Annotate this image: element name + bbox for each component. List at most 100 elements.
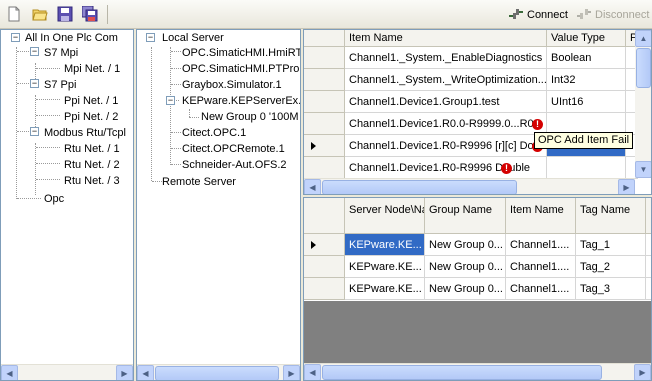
cell-item-name[interactable]: Channel1.... — [506, 256, 576, 278]
cell-extra[interactable] — [646, 278, 651, 300]
row-header[interactable] — [304, 157, 345, 179]
cell-group-name[interactable]: New Group 0... — [425, 234, 506, 256]
tree-node-ppi2[interactable]: Ppi Net. / 2 — [64, 111, 118, 123]
cell-item-name[interactable]: Channel1._System._WriteOptimization... — [345, 69, 547, 91]
cell-item-name[interactable]: Channel1.Device1.R0-R9996 Double — [345, 157, 547, 179]
row-header-current[interactable] — [304, 234, 345, 256]
row-header[interactable] — [304, 91, 345, 113]
scroll-thumb[interactable] — [636, 48, 651, 88]
connect-button[interactable]: Connect — [508, 7, 568, 21]
save-icon[interactable] — [57, 6, 75, 23]
column-header-item-name[interactable]: Item Name — [345, 30, 547, 47]
error-icon: ! — [532, 119, 543, 130]
scroll-left-icon[interactable]: ◀ — [137, 365, 154, 380]
grid-corner — [304, 30, 345, 47]
current-row-arrow-icon — [311, 142, 316, 150]
tree-node-rtu1[interactable]: Rtu Net. / 1 — [64, 143, 120, 155]
collapse-root-icon[interactable]: − — [11, 33, 20, 42]
scroll-right-icon[interactable]: ▶ — [634, 364, 651, 380]
row-header[interactable] — [304, 69, 345, 91]
tree-node-server-1[interactable]: OPC.SimaticHMI.HmiRT — [182, 47, 300, 59]
cell-value-type[interactable]: UInt16 — [547, 91, 626, 113]
tree-node-server-6[interactable]: Citect.OPCRemote.1 — [182, 143, 285, 155]
row-header[interactable] — [304, 256, 345, 278]
tree-node-server-4[interactable]: KEPware.KEPServerEx.V — [182, 95, 300, 107]
server-tree-hscrollbar[interactable]: ◀ ▶ — [137, 364, 300, 380]
cell-server-node-selected[interactable]: KEPware.KE... — [345, 234, 425, 256]
scroll-thumb[interactable] — [322, 180, 517, 194]
tree-node-server-2[interactable]: OPC.SimaticHMI.PTPro — [182, 63, 299, 75]
row-header[interactable] — [304, 113, 345, 135]
scroll-down-icon[interactable]: ▼ — [635, 161, 651, 178]
collapse-kepware-icon[interactable]: − — [166, 96, 175, 105]
cell-tag-name[interactable]: Tag_2 — [576, 256, 646, 278]
tree-root[interactable]: All In One Plc Com — [25, 32, 118, 44]
row-header-current[interactable] — [304, 135, 345, 157]
column-header-tag-name[interactable]: Tag Name — [576, 198, 646, 234]
column-header-item-name[interactable]: Item Name — [506, 198, 576, 234]
tree-node-ppi1[interactable]: Ppi Net. / 1 — [64, 95, 118, 107]
column-header-server-node[interactable]: Server Node\Name — [345, 198, 425, 234]
tree-node-opc[interactable]: Opc — [44, 193, 64, 205]
cell-tag-name[interactable]: Tag_3 — [576, 278, 646, 300]
toolbar-separator — [107, 5, 108, 24]
new-file-icon[interactable] — [6, 6, 24, 23]
scroll-up-icon[interactable]: ▲ — [635, 30, 651, 47]
collapse-s7ppi-icon[interactable]: − — [30, 79, 39, 88]
cell-server-node[interactable]: KEPware.KE... — [345, 256, 425, 278]
scroll-right-icon[interactable]: ▶ — [283, 365, 300, 380]
cell-extra[interactable] — [646, 256, 651, 278]
cell-value-type[interactable] — [547, 157, 626, 179]
scroll-left-icon[interactable]: ◀ — [304, 179, 321, 194]
cell-extra[interactable] — [646, 234, 651, 256]
collapse-s7mpi-icon[interactable]: − — [30, 47, 39, 56]
scroll-left-icon[interactable]: ◀ — [304, 364, 321, 380]
cell-server-node[interactable]: KEPware.KE... — [345, 278, 425, 300]
server-tree-panel: − Local Server OPC.SimaticHMI.HmiRT OPC.… — [136, 29, 301, 381]
save-all-icon[interactable] — [82, 6, 100, 23]
tree-node-s7mpi[interactable]: S7 Mpi — [44, 47, 78, 59]
disconnect-button[interactable]: Disconnect — [576, 7, 649, 21]
tree-node-modbus[interactable]: Modbus Rtu/Tcpl — [44, 127, 126, 139]
tree-node-mpi1[interactable]: Mpi Net. / 1 — [64, 63, 120, 75]
collapse-modbus-icon[interactable]: − — [30, 127, 39, 136]
cell-item-name[interactable]: Channel1.... — [506, 278, 576, 300]
tree-node-s7ppi[interactable]: S7 Ppi — [44, 79, 76, 91]
scroll-thumb[interactable] — [322, 365, 602, 380]
scroll-thumb[interactable] — [155, 366, 279, 380]
open-folder-icon[interactable] — [32, 6, 50, 23]
cell-group-name[interactable]: New Group 0... — [425, 278, 506, 300]
tree-node-server-3[interactable]: Graybox.Simulator.1 — [182, 79, 282, 91]
collapse-local-server-icon[interactable]: − — [146, 33, 155, 42]
tree-node-rtu3[interactable]: Rtu Net. / 3 — [64, 175, 120, 187]
plc-tree-hscrollbar[interactable]: ◀ ▶ — [1, 364, 133, 380]
scroll-left-icon[interactable]: ◀ — [1, 365, 18, 380]
scroll-right-icon[interactable]: ▶ — [116, 365, 133, 380]
column-header-value-type[interactable]: Value Type — [547, 30, 626, 47]
items-grid-vscrollbar[interactable]: ▲ ▼ — [635, 30, 651, 178]
tree-node-server-5[interactable]: Citect.OPC.1 — [182, 127, 246, 139]
tree-node-rtu2[interactable]: Rtu Net. / 2 — [64, 159, 120, 171]
cell-item-name[interactable]: Channel1.Device1.R0-R9996 [r][c] Do — [345, 135, 547, 157]
cell-item-name[interactable]: Channel1.... — [506, 234, 576, 256]
items-grid-hscrollbar[interactable]: ◀ ▶ — [304, 178, 635, 194]
groups-grid-hscrollbar[interactable]: ◀ ▶ — [304, 363, 651, 380]
cell-group-name[interactable]: New Group 0... — [425, 256, 506, 278]
scroll-right-icon[interactable]: ▶ — [618, 179, 635, 194]
column-header-group-name[interactable]: Group Name — [425, 198, 506, 234]
tree-node-remote-server[interactable]: Remote Server — [162, 176, 236, 188]
cell-tag-name[interactable]: Tag_1 — [576, 234, 646, 256]
tree-node-local-server[interactable]: Local Server — [162, 32, 224, 44]
cell-item-name[interactable]: Channel1.Device1.Group1.test — [345, 91, 547, 113]
groups-grid-panel: Server Node\Name Group Name Item Name Ta… — [303, 197, 652, 381]
tree-node-group[interactable]: New Group 0 '100M — [201, 111, 298, 123]
grid-corner — [304, 198, 345, 234]
cell-value-type[interactable]: Boolean — [547, 47, 626, 69]
cell-item-name[interactable]: Channel1.Device1.R0.0-R9999.0...R0 — [345, 113, 547, 135]
cell-item-name[interactable]: Channel1._System._EnableDiagnostics — [345, 47, 547, 69]
row-header[interactable] — [304, 47, 345, 69]
tree-node-server-7[interactable]: Schneider-Aut.OFS.2 — [182, 159, 287, 171]
cell-value-type[interactable]: Int32 — [547, 69, 626, 91]
column-header-extra[interactable] — [646, 198, 651, 234]
row-header[interactable] — [304, 278, 345, 300]
